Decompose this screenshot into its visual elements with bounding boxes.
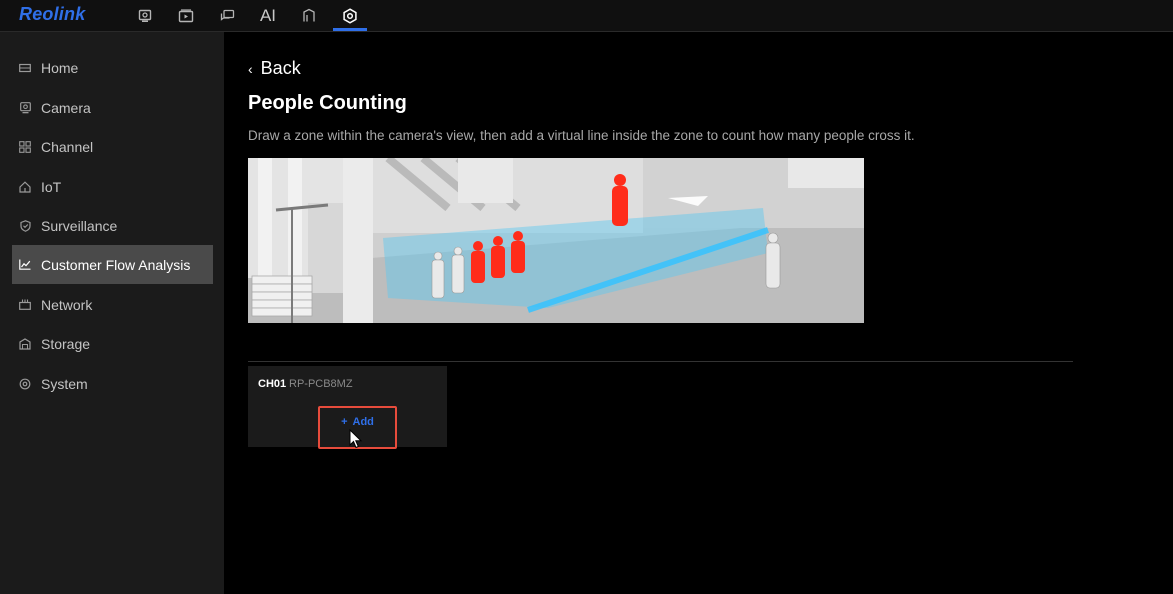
add-label: Add — [352, 416, 374, 428]
shield-icon — [16, 219, 34, 233]
sidebar-item-network[interactable]: Network — [12, 285, 213, 324]
page-description: Draw a zone within the camera's view, th… — [248, 128, 915, 143]
sidebar-item-label: IoT — [41, 178, 62, 195]
sidebar-item-label: Channel — [41, 138, 94, 155]
sidebar-item-channel[interactable]: Channel — [12, 127, 213, 166]
mouse-cursor-icon — [349, 428, 363, 454]
iot-icon — [16, 180, 34, 194]
top-bar: Reolink AI — [0, 0, 1173, 32]
device-icon[interactable] — [292, 0, 326, 31]
camera-model: RP-PCB8MZ — [289, 378, 353, 390]
people-counting-illustration — [248, 158, 864, 323]
sidebar-item-label: Storage — [41, 335, 91, 352]
sidebar-item-storage[interactable]: Storage — [12, 324, 213, 363]
sidebar-item-iot[interactable]: IoT — [12, 167, 213, 206]
camera-icon — [16, 101, 34, 115]
home-icon — [16, 61, 34, 75]
gear-icon — [16, 377, 34, 391]
storage-icon — [16, 337, 34, 351]
back-label: Back — [260, 58, 301, 78]
chart-icon — [16, 258, 34, 272]
sidebar: Home Camera Channel IoT Surveillance Cus… — [0, 32, 224, 594]
page-title: People Counting — [248, 92, 407, 114]
network-icon — [16, 298, 34, 312]
messages-icon[interactable] — [210, 0, 244, 31]
camera-view-icon[interactable] — [128, 0, 162, 31]
sidebar-item-label: Surveillance — [41, 217, 118, 234]
sidebar-item-label: Network — [41, 296, 93, 313]
plus-icon: + — [341, 416, 348, 428]
section-divider — [248, 361, 1073, 362]
settings-icon[interactable] — [333, 0, 367, 31]
sidebar-item-label: Camera — [41, 99, 91, 116]
chevron-left-icon: ‹ — [248, 60, 253, 77]
channel-id: CH01 — [258, 378, 287, 390]
ai-tab[interactable]: AI — [251, 0, 285, 31]
reolink-logo: Reolink — [19, 4, 86, 24]
sidebar-item-label: System — [41, 375, 88, 392]
back-button[interactable]: ‹ Back — [248, 58, 301, 79]
playback-icon[interactable] — [169, 0, 203, 31]
sidebar-item-system[interactable]: System — [12, 364, 213, 403]
sidebar-item-surveillance[interactable]: Surveillance — [12, 206, 213, 245]
sidebar-item-customer-flow-analysis[interactable]: Customer Flow Analysis — [12, 245, 213, 284]
sidebar-item-label: Customer Flow Analysis — [41, 256, 191, 273]
sidebar-item-label: Home — [41, 59, 79, 76]
sidebar-item-home[interactable]: Home — [12, 48, 213, 87]
sidebar-item-camera[interactable]: Camera — [12, 88, 213, 127]
channel-icon — [16, 140, 34, 154]
